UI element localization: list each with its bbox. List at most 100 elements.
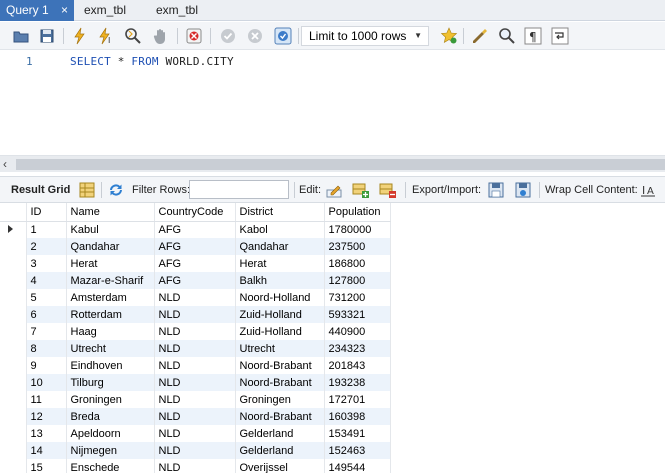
- editor-horizontal-scrollbar[interactable]: ‹: [0, 155, 665, 172]
- cell-district[interactable]: Qandahar: [235, 238, 325, 255]
- cell-countrycode[interactable]: NLD: [154, 374, 236, 391]
- add-row-icon[interactable]: [352, 181, 370, 199]
- execute-icon[interactable]: [70, 26, 90, 46]
- cell-countrycode[interactable]: NLD: [154, 357, 236, 374]
- cell-name[interactable]: Groningen: [66, 391, 155, 408]
- cell-countrycode[interactable]: AFG: [154, 221, 236, 238]
- cell-population[interactable]: 152463: [324, 442, 391, 459]
- cell-district[interactable]: Overijssel: [235, 459, 325, 473]
- cell-countrycode[interactable]: AFG: [154, 238, 236, 255]
- row-marker[interactable]: [0, 340, 27, 357]
- cell-id[interactable]: 8: [26, 340, 67, 357]
- table-row[interactable]: 6 Rotterdam NLD Zuid-Holland 593321: [0, 306, 391, 323]
- tab-query-1[interactable]: Query 1 ×: [0, 0, 74, 21]
- table-row[interactable]: 13 Apeldoorn NLD Gelderland 153491: [0, 425, 391, 442]
- column-header-countrycode[interactable]: CountryCode: [154, 203, 236, 222]
- row-marker[interactable]: [0, 255, 27, 272]
- cell-id[interactable]: 9: [26, 357, 67, 374]
- cell-countrycode[interactable]: AFG: [154, 255, 236, 272]
- table-row[interactable]: 11 Groningen NLD Groningen 172701: [0, 391, 391, 408]
- scrollbar-thumb[interactable]: [16, 159, 665, 170]
- cell-id[interactable]: 10: [26, 374, 67, 391]
- cell-name[interactable]: Breda: [66, 408, 155, 425]
- column-header-id[interactable]: ID: [26, 203, 67, 222]
- cell-id[interactable]: 12: [26, 408, 67, 425]
- cell-id[interactable]: 4: [26, 272, 67, 289]
- cell-population[interactable]: 172701: [324, 391, 391, 408]
- cell-population[interactable]: 186800: [324, 255, 391, 272]
- table-row[interactable]: 4 Mazar-e-Sharif AFG Balkh 127800: [0, 272, 391, 289]
- cell-population[interactable]: 127800: [324, 272, 391, 289]
- scroll-left-icon[interactable]: ‹: [3, 157, 7, 171]
- cell-population[interactable]: 593321: [324, 306, 391, 323]
- tab-exm-tbl-1[interactable]: exm_tbl: [78, 0, 158, 21]
- table-row[interactable]: 1 Kabul AFG Kabol 1780000: [0, 221, 391, 238]
- cell-name[interactable]: Nijmegen: [66, 442, 155, 459]
- execute-current-icon[interactable]: I: [96, 26, 116, 46]
- cell-id[interactable]: 14: [26, 442, 67, 459]
- stop-icon[interactable]: [151, 26, 171, 46]
- row-marker[interactable]: [0, 425, 27, 442]
- cell-countrycode[interactable]: NLD: [154, 425, 236, 442]
- cell-name[interactable]: Apeldoorn: [66, 425, 155, 442]
- close-tab-icon[interactable]: ×: [61, 0, 68, 20]
- cell-id[interactable]: 2: [26, 238, 67, 255]
- table-row[interactable]: 8 Utrecht NLD Utrecht 234323: [0, 340, 391, 357]
- cell-countrycode[interactable]: NLD: [154, 442, 236, 459]
- column-header-population[interactable]: Population: [324, 203, 391, 222]
- cell-countrycode[interactable]: NLD: [154, 391, 236, 408]
- wrap-cell-toggle-icon[interactable]: IA: [639, 181, 657, 199]
- export-icon[interactable]: [487, 181, 505, 199]
- cell-population[interactable]: 234323: [324, 340, 391, 357]
- row-marker[interactable]: [0, 408, 27, 425]
- cell-population[interactable]: 201843: [324, 357, 391, 374]
- cell-name[interactable]: Enschede: [66, 459, 155, 473]
- cell-id[interactable]: 15: [26, 459, 67, 473]
- grid-view-icon[interactable]: [78, 181, 96, 199]
- table-row[interactable]: 3 Herat AFG Herat 186800: [0, 255, 391, 272]
- wrap-icon[interactable]: [550, 26, 570, 46]
- sql-editor[interactable]: 1 SELECT * FROM WORLD.CITY: [0, 51, 665, 155]
- autocommit-icon[interactable]: [273, 26, 293, 46]
- row-marker[interactable]: [0, 221, 27, 238]
- result-grid[interactable]: ID Name CountryCode District Population …: [0, 203, 665, 473]
- cell-population[interactable]: 237500: [324, 238, 391, 255]
- delete-row-icon[interactable]: [379, 181, 397, 199]
- cell-district[interactable]: Kabol: [235, 221, 325, 238]
- cell-name[interactable]: Utrecht: [66, 340, 155, 357]
- cell-population[interactable]: 149544: [324, 459, 391, 473]
- cell-id[interactable]: 11: [26, 391, 67, 408]
- cell-district[interactable]: Herat: [235, 255, 325, 272]
- edit-row-icon[interactable]: [325, 181, 343, 199]
- row-marker[interactable]: [0, 238, 27, 255]
- cell-district[interactable]: Gelderland: [235, 425, 325, 442]
- save-icon[interactable]: [37, 26, 57, 46]
- table-row[interactable]: 10 Tilburg NLD Noord-Brabant 193238: [0, 374, 391, 391]
- cell-id[interactable]: 3: [26, 255, 67, 272]
- sql-statement[interactable]: SELECT * FROM WORLD.CITY: [70, 55, 234, 68]
- cell-district[interactable]: Noord-Brabant: [235, 408, 325, 425]
- cell-id[interactable]: 1: [26, 221, 67, 238]
- cell-population[interactable]: 440900: [324, 323, 391, 340]
- cell-countrycode[interactable]: NLD: [154, 459, 236, 473]
- open-file-icon[interactable]: [11, 26, 31, 46]
- row-marker[interactable]: [0, 289, 27, 306]
- limit-rows-select[interactable]: Limit to 1000 rows ▼: [301, 26, 429, 46]
- cell-id[interactable]: 5: [26, 289, 67, 306]
- cell-name[interactable]: Herat: [66, 255, 155, 272]
- row-marker[interactable]: [0, 323, 27, 340]
- cell-district[interactable]: Noord-Brabant: [235, 374, 325, 391]
- cell-district[interactable]: Utrecht: [235, 340, 325, 357]
- refresh-icon[interactable]: [107, 181, 125, 199]
- toggle-error-icon[interactable]: [184, 26, 204, 46]
- cell-name[interactable]: Qandahar: [66, 238, 155, 255]
- cell-name[interactable]: Haag: [66, 323, 155, 340]
- rollback-icon[interactable]: [245, 26, 265, 46]
- row-marker[interactable]: [0, 357, 27, 374]
- row-marker[interactable]: [0, 272, 27, 289]
- cell-population[interactable]: 160398: [324, 408, 391, 425]
- cell-name[interactable]: Kabul: [66, 221, 155, 238]
- commit-icon[interactable]: [218, 26, 238, 46]
- beautify-icon[interactable]: [470, 26, 490, 46]
- result-grid-label[interactable]: Result Grid: [11, 184, 70, 196]
